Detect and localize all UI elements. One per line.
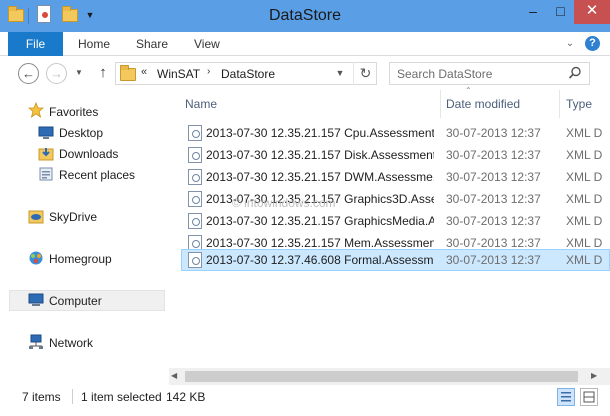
file-type: XML D bbox=[566, 126, 603, 140]
file-date: 30-07-2013 12:37 bbox=[446, 170, 541, 184]
breadcrumb-datastore[interactable]: DataStore bbox=[221, 67, 275, 81]
file-date: 30-07-2013 12:37 bbox=[446, 253, 541, 267]
back-button[interactable]: ← bbox=[18, 63, 39, 84]
file-name: 2013-07-30 12.35.21.157 Cpu.Assessment .… bbox=[206, 126, 434, 140]
expand-ribbon-icon[interactable]: ⌄ bbox=[563, 37, 577, 51]
search-placeholder: Search DataStore bbox=[397, 67, 493, 81]
downloads-icon bbox=[38, 145, 54, 161]
search-icon[interactable] bbox=[568, 66, 582, 80]
desktop-icon bbox=[38, 124, 54, 140]
large-icons-view-icon[interactable] bbox=[580, 388, 598, 406]
file-type: XML D bbox=[566, 148, 603, 162]
status-separator bbox=[72, 389, 73, 404]
address-history-dropdown[interactable]: ▼ bbox=[333, 66, 347, 80]
status-selection: 1 item selected bbox=[81, 390, 162, 404]
xml-file-icon bbox=[188, 125, 202, 141]
sort-indicator-icon: ⌃ bbox=[465, 86, 472, 95]
up-button[interactable]: ↑ bbox=[95, 64, 111, 82]
file-name: 2013-07-30 12.35.21.157 GraphicsMedia.A.… bbox=[206, 214, 434, 228]
column-divider[interactable] bbox=[559, 90, 560, 118]
column-header-date-modified[interactable]: Date modified bbox=[446, 97, 520, 111]
scroll-right-icon[interactable]: ▶ bbox=[591, 371, 597, 380]
qat-separator bbox=[28, 8, 29, 24]
homegroup-icon bbox=[28, 250, 44, 266]
close-button[interactable]: ✕ bbox=[574, 0, 610, 24]
breadcrumb-winsat[interactable]: WinSAT bbox=[157, 67, 200, 81]
network-icon bbox=[28, 334, 44, 350]
xml-file-icon bbox=[188, 169, 202, 185]
file-type: XML D bbox=[566, 214, 603, 228]
scroll-left-icon[interactable]: ◀ bbox=[171, 371, 177, 380]
file-date: 30-07-2013 12:37 bbox=[446, 148, 541, 162]
column-header-type[interactable]: Type bbox=[566, 97, 592, 111]
nav-item-downloads[interactable]: Downloads bbox=[59, 144, 118, 164]
details-view-icon[interactable] bbox=[557, 388, 575, 406]
computer-icon bbox=[28, 292, 44, 308]
scrollbar-thumb[interactable] bbox=[185, 371, 578, 382]
nav-item-computer[interactable]: Computer bbox=[49, 291, 102, 311]
column-divider[interactable] bbox=[440, 90, 441, 118]
file-type: XML D bbox=[566, 170, 603, 184]
file-date: 30-07-2013 12:37 bbox=[446, 126, 541, 140]
nav-item-homegroup[interactable]: Homegroup bbox=[49, 249, 112, 269]
file-name: 2013-07-30 12.35.21.157 DWM.Assessme... bbox=[206, 170, 434, 184]
xml-file-icon bbox=[188, 147, 202, 163]
new-folder-icon[interactable] bbox=[62, 6, 78, 23]
refresh-button[interactable]: ↻ bbox=[353, 62, 377, 85]
file-date: 30-07-2013 12:37 bbox=[446, 214, 541, 228]
status-size: 142 KB bbox=[166, 390, 206, 404]
file-type: XML D bbox=[566, 192, 603, 206]
xml-file-icon bbox=[188, 252, 202, 268]
breadcrumb-separator-icon[interactable]: › bbox=[207, 66, 210, 77]
maximize-button[interactable]: □ bbox=[547, 0, 574, 24]
forward-button[interactable]: → bbox=[46, 63, 67, 84]
xml-file-icon bbox=[188, 213, 202, 229]
xml-file-icon bbox=[188, 191, 202, 207]
folder-icon bbox=[8, 6, 24, 23]
breadcrumb-overflow[interactable]: « bbox=[141, 66, 147, 78]
nav-item-favorites[interactable]: Favorites bbox=[49, 102, 98, 122]
tab-view[interactable]: View bbox=[194, 32, 220, 56]
nav-item-recent-places[interactable]: Recent places bbox=[59, 165, 135, 185]
recent-places-icon bbox=[38, 166, 54, 182]
nav-item-skydrive[interactable]: SkyDrive bbox=[49, 207, 97, 227]
tab-home[interactable]: Home bbox=[78, 32, 110, 56]
file-name: 2013-07-30 12.37.46.608 Formal.Assessm..… bbox=[206, 253, 434, 267]
column-header-name[interactable]: Name bbox=[185, 97, 217, 111]
help-icon[interactable]: ? bbox=[585, 36, 600, 51]
tab-share[interactable]: Share bbox=[136, 32, 168, 56]
recent-locations-dropdown[interactable]: ▼ bbox=[74, 67, 84, 79]
watermark: © intowindows.com bbox=[232, 196, 336, 210]
file-type: XML D bbox=[566, 253, 603, 267]
file-name: 2013-07-30 12.35.21.157 Disk.Assessment … bbox=[206, 148, 434, 162]
customize-qat-icon[interactable]: ▼ bbox=[84, 8, 96, 22]
star-icon bbox=[27, 101, 45, 118]
skydrive-icon bbox=[28, 208, 44, 224]
status-item-count: 7 items bbox=[22, 390, 61, 404]
tab-file[interactable]: File bbox=[8, 32, 63, 56]
properties-icon[interactable] bbox=[37, 5, 51, 23]
nav-item-desktop[interactable]: Desktop bbox=[59, 123, 103, 143]
nav-item-network[interactable]: Network bbox=[49, 333, 93, 353]
folder-icon bbox=[120, 65, 136, 81]
file-date: 30-07-2013 12:37 bbox=[446, 192, 541, 206]
minimize-button[interactable]: – bbox=[519, 0, 547, 24]
